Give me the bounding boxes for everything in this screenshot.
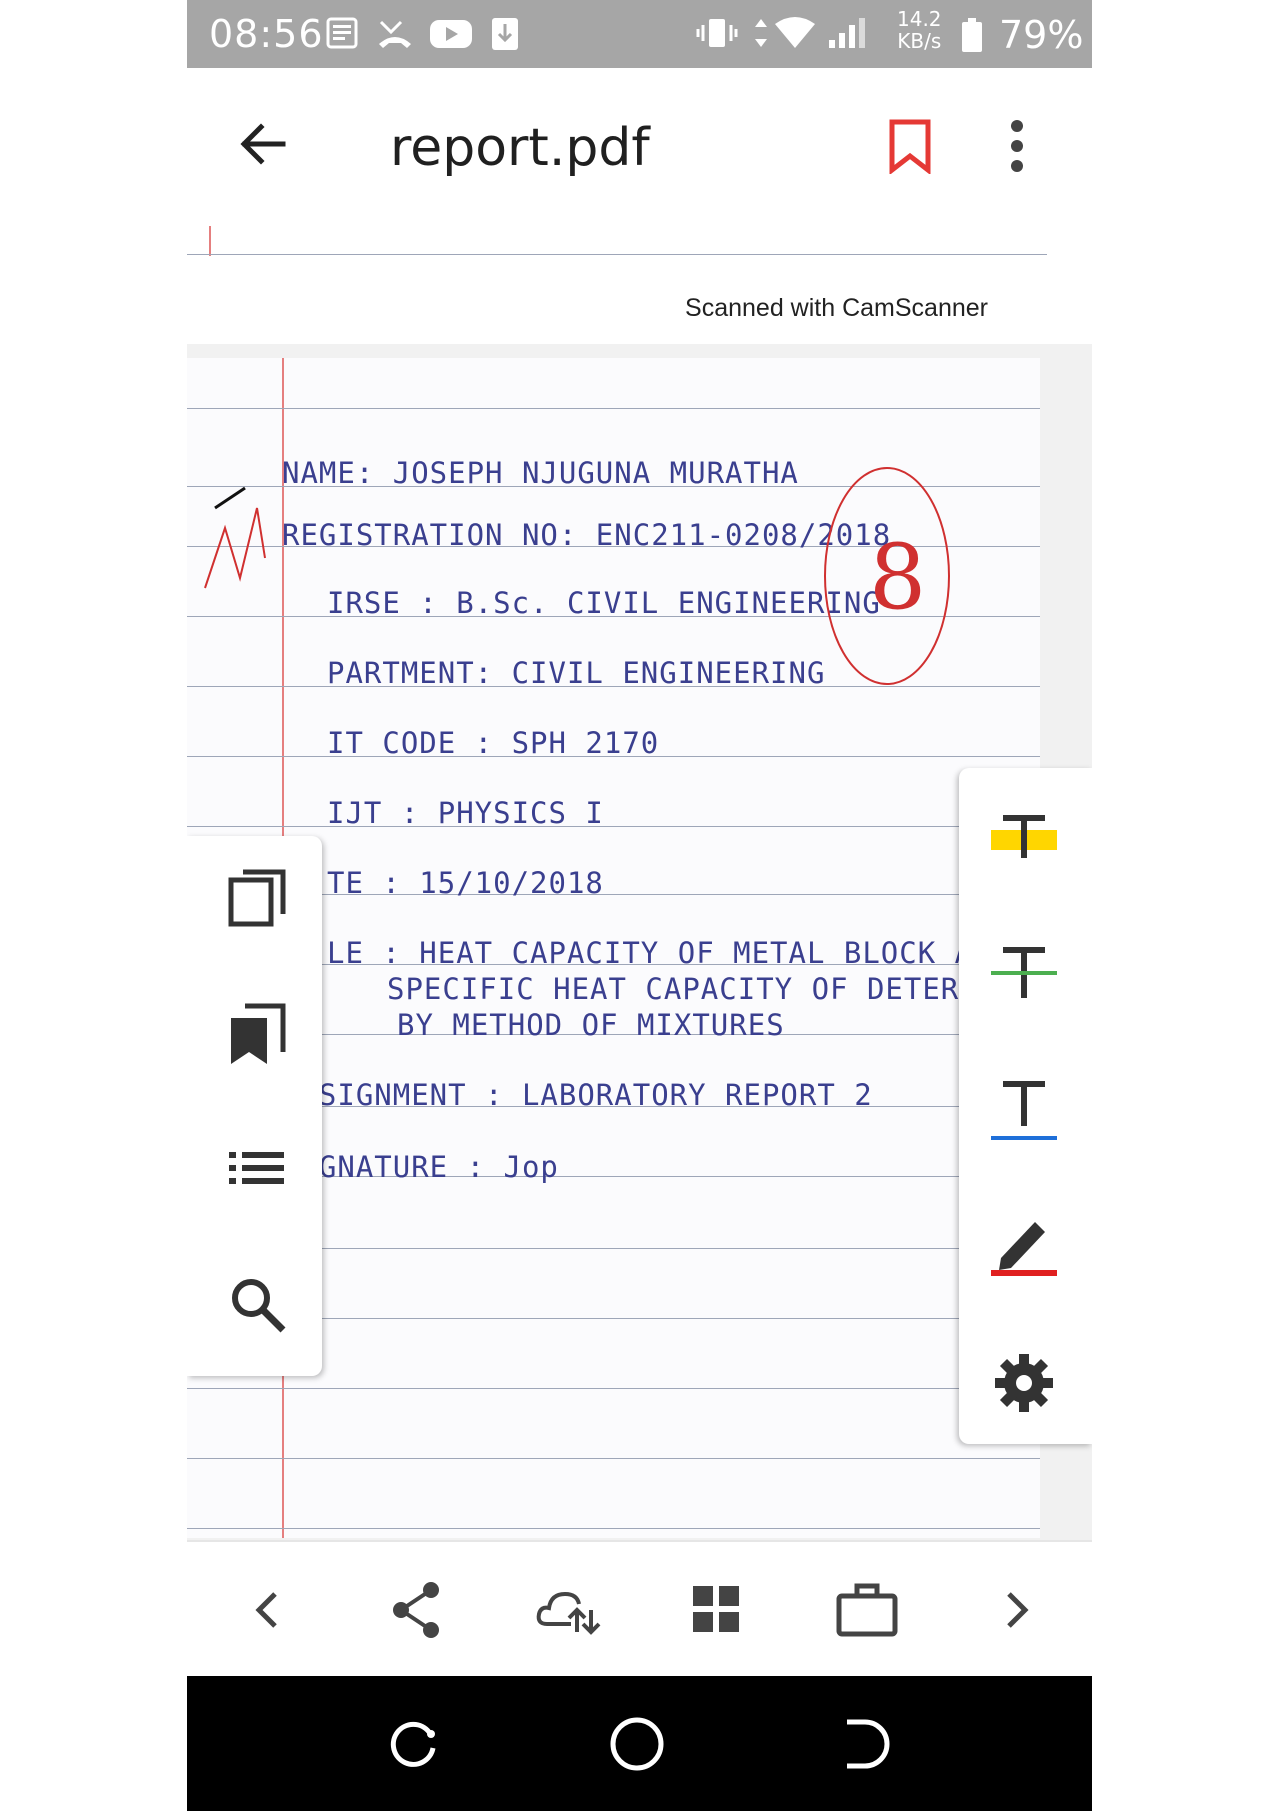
phone-screen: 08:56 14.2 KB/s 79% report.pdf Scanned w…	[187, 0, 1092, 1811]
annotation-toolbar	[959, 768, 1092, 1444]
search-button[interactable]	[225, 1272, 289, 1336]
arrow-left-icon	[240, 123, 286, 165]
battery-icon	[961, 18, 983, 59]
pages-icon	[228, 869, 286, 927]
network-speed-unit: KB/s	[897, 29, 942, 53]
vibrate-icon	[695, 16, 739, 55]
bookmarks-button[interactable]	[225, 1002, 289, 1066]
briefcase-icon	[836, 1583, 898, 1637]
underline-tool-button[interactable]	[989, 1074, 1059, 1144]
grade-circle-mark: 8	[824, 467, 950, 685]
pdf-viewer[interactable]: Scanned with CamScanner NAME: JOSEPH NJU…	[187, 226, 1092, 1540]
grid-view-icon	[693, 1586, 739, 1632]
app-bar: report.pdf	[187, 68, 1092, 226]
youtube-icon	[429, 16, 473, 55]
pen-tool-button[interactable]	[989, 1208, 1059, 1278]
home-icon	[610, 1717, 664, 1771]
svg-text:8: 8	[869, 525, 926, 630]
home-button[interactable]	[607, 1714, 667, 1774]
grid-view-button[interactable]	[687, 1580, 747, 1640]
doc-line-title-2: SPECIFIC HEAT CAPACITY OF DETERGE	[387, 972, 997, 1006]
underline-tool-icon	[991, 1081, 1057, 1140]
pages-button[interactable]	[225, 866, 289, 930]
bottom-toolbar	[187, 1540, 1092, 1676]
recent-apps-icon	[390, 1721, 436, 1767]
next-page-button[interactable]	[987, 1580, 1047, 1640]
doc-line-assignment: ASSIGNMENT : LABORATORY REPORT 2	[282, 1078, 873, 1112]
doc-line-date: TE : 15/10/2018	[327, 866, 604, 900]
download-icon	[490, 16, 520, 57]
back-button[interactable]	[235, 116, 291, 172]
doc-line-course: IRSE : B.Sc. CIVIL ENGINEERING	[327, 586, 881, 620]
cloud-sync-button[interactable]	[535, 1580, 601, 1640]
doc-line-registration: REGISTRATION NO: ENC211-0208/2018	[282, 518, 892, 552]
doc-line-signature: SIGNATURE : Jop	[282, 1150, 559, 1184]
scanner-watermark: Scanned with CamScanner	[685, 294, 988, 322]
recent-apps-button[interactable]	[383, 1714, 443, 1774]
signal-icon	[827, 16, 867, 55]
news-icon	[325, 16, 359, 55]
outline-list-icon	[229, 1152, 284, 1184]
data-transfer-icon	[753, 16, 769, 55]
bookmark-icon	[889, 119, 931, 176]
next-page-icon	[1007, 1592, 1029, 1628]
search-icon	[232, 1279, 286, 1333]
back-icon	[847, 1719, 890, 1769]
cloud-sync-icon	[536, 1591, 601, 1635]
previous-page-button[interactable]	[237, 1580, 297, 1640]
wifi-icon	[773, 16, 817, 55]
share-button[interactable]	[387, 1580, 447, 1640]
status-time: 08:56	[209, 12, 324, 56]
doc-line-department: PARTMENT: CIVIL ENGINEERING	[327, 656, 826, 690]
previous-page-icon	[255, 1592, 277, 1628]
page-1-bottom: Scanned with CamScanner	[187, 226, 1092, 344]
left-toolbar	[187, 836, 322, 1376]
tools-button[interactable]	[833, 1580, 898, 1640]
doc-line-unit: IJT : PHYSICS I	[327, 796, 604, 830]
more-vertical-icon	[1011, 120, 1023, 172]
share-icon	[393, 1582, 439, 1638]
doc-line-unit-code: IT CODE : SPH 2170	[327, 726, 660, 760]
document-title: report.pdf	[390, 118, 650, 178]
network-speed: 14.2 KB/s	[897, 8, 942, 52]
system-navigation-bar	[187, 1676, 1092, 1811]
back-nav-button[interactable]	[835, 1714, 895, 1774]
settings-icon	[995, 1354, 1053, 1412]
missed-call-icon	[377, 16, 413, 55]
tick-mark	[204, 486, 266, 589]
battery-percent: 79%	[999, 13, 1084, 57]
doc-line-title-3: BY METHOD OF MIXTURES	[397, 1008, 785, 1042]
network-speed-value: 14.2	[897, 7, 942, 31]
pen-tool-icon	[991, 1222, 1057, 1276]
settings-button[interactable]	[989, 1348, 1059, 1418]
highlight-tool-icon	[991, 815, 1057, 858]
doc-line-title-1: LE : HEAT CAPACITY OF METAL BLOCK AN	[327, 936, 992, 970]
strikethrough-tool-button[interactable]	[989, 938, 1059, 1008]
status-bar: 08:56 14.2 KB/s 79%	[187, 0, 1092, 68]
highlight-tool-button[interactable]	[989, 804, 1059, 874]
doc-line-name: NAME: JOSEPH NJUGUNA MURATHA	[282, 456, 799, 490]
strikethrough-tool-icon	[991, 947, 1057, 998]
more-options-button[interactable]	[999, 116, 1035, 176]
outline-button[interactable]	[225, 1136, 289, 1200]
bookmarks-icon	[231, 1003, 286, 1064]
bookmark-button[interactable]	[885, 118, 935, 176]
